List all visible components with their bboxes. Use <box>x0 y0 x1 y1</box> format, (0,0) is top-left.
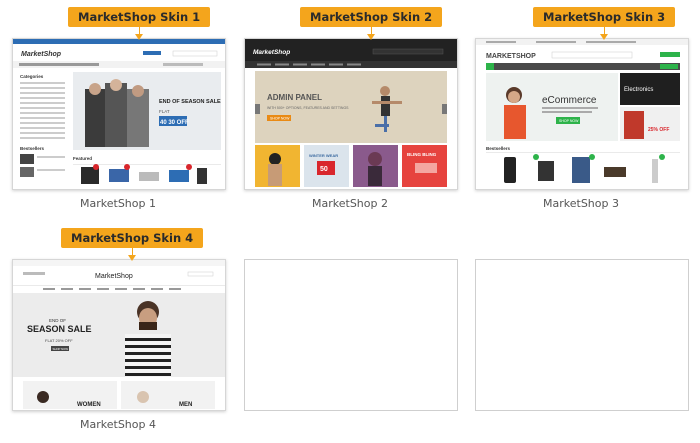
skin-1-featured-heading: Featured <box>73 156 92 161</box>
skin-2-logo: MarketShop <box>253 49 290 56</box>
skin-card-2[interactable]: MarketShop ADMIN PANEL WITH 500+ OPTIONS… <box>244 38 458 213</box>
skin-3-promo-title: eCommerce <box>542 95 597 106</box>
skin-3-tag: MarketShop Skin 3 <box>533 7 676 40</box>
skin-1-promo-flat: FLAT <box>159 109 170 114</box>
skin-2-promo-sub: WITH 500+ OPTIONS, FEATURES AND SETTINGS <box>267 106 349 110</box>
skin-1-thumbnail: MarketShop Categories Bestsellers END OF… <box>13 39 225 184</box>
skin-4-promo-top: END OF <box>49 318 66 323</box>
skin-preview-1[interactable]: MarketShop Categories Bestsellers END OF… <box>12 38 226 190</box>
skin-2-caption: MarketShop 2 <box>312 197 388 210</box>
skin-1-tag-label: MarketShop Skin 1 <box>78 10 201 24</box>
skin-4-women: WOMEN <box>77 402 101 408</box>
skin-3-side-title: Electronics <box>624 87 653 93</box>
skin-card-1[interactable]: MarketShop Categories Bestsellers END OF… <box>12 38 226 213</box>
skin-4-tag: MarketShop Skin 4 <box>61 228 204 261</box>
skin-3-promo-btn: SHOP NOW <box>559 119 579 123</box>
skin-4-logo: MarketShop <box>95 273 133 280</box>
empty-slot-1 <box>244 259 458 411</box>
skin-preview-2[interactable]: MarketShop ADMIN PANEL WITH 500+ OPTIONS… <box>244 38 458 190</box>
skin-1-caption: MarketShop 1 <box>80 197 156 210</box>
skin-3-tag-label: MarketShop Skin 3 <box>543 10 666 24</box>
skin-4-tag-label: MarketShop Skin 4 <box>71 231 194 245</box>
skin-1-tag: MarketShop Skin 1 <box>68 7 211 40</box>
skin-3-caption: MarketShop 3 <box>543 197 619 210</box>
skin-4-promo-btn: SHOP NOW <box>53 347 69 351</box>
skin-card-4[interactable]: MarketShop END OF SEASON SALE FLAT 20% O… <box>12 259 226 434</box>
skin-2-promo-title: ADMIN PANEL <box>267 93 322 102</box>
skin-2-tag-label: MarketShop Skin 2 <box>310 10 433 24</box>
skin-3-bestsellers-heading: Bestsellers <box>486 146 511 151</box>
skin-1-bestsellers-heading: Bestsellers <box>20 146 45 151</box>
skin-2-tag: MarketShop Skin 2 <box>300 7 443 40</box>
skin-preview-3[interactable]: MARKETSHOP eCommerce SHOP NOW Electronic… <box>475 38 689 190</box>
skin-1-promo-title: END OF SEASON SALE <box>159 99 221 105</box>
skin-2-promo-btn: SHOP NOW <box>270 117 290 121</box>
skin-4-promo-flat: FLAT 20% OFF <box>45 338 73 343</box>
empty-slot-2 <box>475 259 689 411</box>
skin-2-thumbnail: MarketShop ADMIN PANEL WITH 500+ OPTIONS… <box>245 39 457 187</box>
skin-1-promo-off: 40 30 OFF <box>160 120 189 126</box>
skin-4-caption: MarketShop 4 <box>80 418 156 431</box>
skin-4-thumbnail: MarketShop END OF SEASON SALE FLAT 20% O… <box>13 260 225 409</box>
skin-3-side-sale: 25% OFF <box>648 127 669 133</box>
skin-4-men: MEN <box>179 402 192 408</box>
skin-preview-4[interactable]: MarketShop END OF SEASON SALE FLAT 20% O… <box>12 259 226 411</box>
skin-3-logo: MARKETSHOP <box>486 53 536 60</box>
skin-2-tile-50: 50 <box>320 166 328 173</box>
skin-2-tile-winter: WINTER WEAR <box>309 153 338 158</box>
skin-1-categories-heading: Categories <box>20 74 44 79</box>
skin-card-3[interactable]: MARKETSHOP eCommerce SHOP NOW Electronic… <box>475 38 689 213</box>
skin-4-promo-title: SEASON SALE <box>27 324 92 334</box>
skin-2-tile-bling: BLING BLING <box>407 152 437 157</box>
skin-3-thumbnail: MARKETSHOP eCommerce SHOP NOW Electronic… <box>476 39 688 183</box>
skin-1-logo: MarketShop <box>21 51 62 58</box>
